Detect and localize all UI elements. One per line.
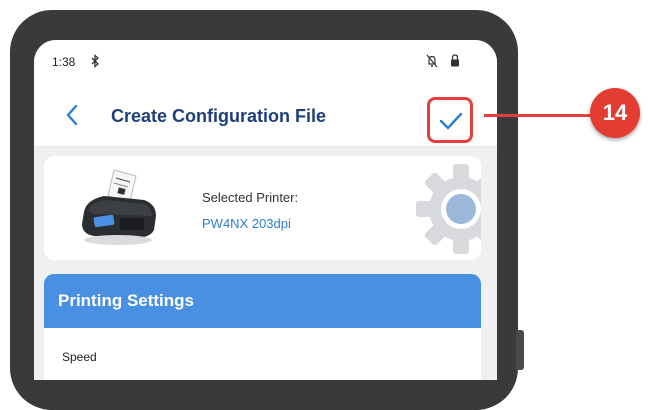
status-bar: 1:38 [34, 40, 497, 86]
bluetooth-icon [91, 54, 99, 68]
confirm-button[interactable] [427, 97, 473, 143]
speed-label: Speed [62, 350, 97, 364]
callout-number-badge: 14 [590, 88, 640, 138]
device-side-button [516, 330, 524, 370]
printing-settings-section: Printing Settings Speed [44, 274, 481, 380]
printer-image [82, 169, 156, 245]
notifications-off-icon [426, 54, 438, 68]
callout-number: 14 [602, 100, 628, 125]
selected-printer-name[interactable]: PW4NX 203dpi [202, 216, 291, 231]
page-title: Create Configuration File [111, 106, 327, 126]
lock-icon [451, 54, 459, 67]
status-time: 1:38 [52, 55, 76, 69]
app-screen: 1:38 Create Configuration File Selected … [34, 40, 497, 380]
app-bar: Create Configuration File [34, 86, 497, 147]
checkmark-icon [439, 112, 463, 130]
callout-connector-line [484, 114, 594, 117]
selected-printer-label: Selected Printer: [202, 190, 299, 205]
gear-icon[interactable] [416, 164, 481, 254]
printing-settings-title: Printing Settings [58, 291, 194, 310]
printing-settings-header[interactable]: Printing Settings [44, 274, 481, 328]
back-button[interactable] [62, 102, 84, 128]
selected-printer-card[interactable]: Selected Printer: PW4NX 203dpi [44, 156, 481, 260]
chevron-left-icon [66, 104, 78, 126]
